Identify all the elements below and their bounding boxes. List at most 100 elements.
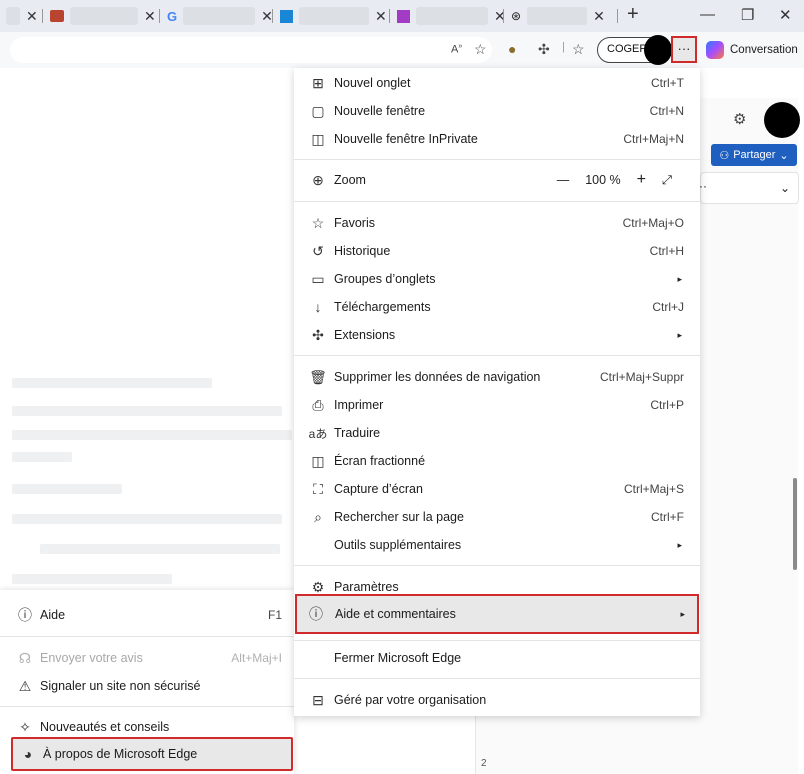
find-on-page-menu-item[interactable]: ⌕ Rechercher sur la page Ctrl+F xyxy=(302,503,694,531)
history-icon: ↺ xyxy=(312,242,324,259)
zoom-value: 100 % xyxy=(585,173,621,187)
help-and-feedback-menu-item[interactable]: ⓘ Aide et commentaires ▸ xyxy=(295,594,699,634)
inprivate-icon: ◫ xyxy=(311,130,325,147)
menu-item-shortcut: Ctrl+T xyxy=(651,76,684,90)
tab[interactable]: G ✕ xyxy=(167,4,273,28)
translate-icon: aあ xyxy=(308,426,328,441)
help-icon: ⓘ xyxy=(309,606,323,622)
more-options-button[interactable]: ··· xyxy=(671,36,697,63)
menu-item-label: Groupes d’onglets xyxy=(334,272,436,286)
report-unsafe-site-menu-item[interactable]: ⚠ Signaler un site non sécurisé xyxy=(10,673,292,699)
new-inprivate-window-menu-item[interactable]: ◫ Nouvelle fenêtre InPrivate Ctrl+Maj+N xyxy=(302,125,694,153)
organization-icon: ⊟ xyxy=(312,691,324,708)
share-icon: ⚇ xyxy=(719,149,730,162)
tab[interactable]: ✕ xyxy=(397,4,506,28)
extension-icon[interactable]: ● xyxy=(508,41,516,57)
menu-item-label: Envoyer votre avis xyxy=(40,651,143,665)
screenshot-menu-item[interactable]: ⛶ Capture d’écran Ctrl+Maj+S xyxy=(302,475,694,503)
minimize-button[interactable]: — xyxy=(700,6,715,23)
copilot-icon xyxy=(706,41,724,59)
share-label: Partager xyxy=(733,149,776,161)
blurred-text xyxy=(12,574,172,584)
split-screen-menu-item[interactable]: ◫ Écran fractionné xyxy=(302,447,694,475)
new-tab-menu-item[interactable]: ⊞ Nouvel onglet Ctrl+T xyxy=(302,69,694,97)
profile-button[interactable]: COGEP xyxy=(597,35,672,65)
download-icon: ↓ xyxy=(314,299,322,315)
blurred-text xyxy=(12,406,282,416)
avatar[interactable] xyxy=(764,102,800,138)
history-menu-item[interactable]: ↺ Historique Ctrl+H xyxy=(302,237,694,265)
new-tab-button[interactable]: + xyxy=(627,3,639,26)
tab-close-icon[interactable]: ✕ xyxy=(144,8,156,25)
app-icon xyxy=(280,9,293,23)
menu-item-label: Imprimer xyxy=(334,398,384,412)
panel-dropdown[interactable]: ·· ⌄ xyxy=(699,172,799,204)
submenu-arrow-icon: ▸ xyxy=(677,273,682,284)
menu-item-label: Favoris xyxy=(334,216,375,230)
tab-close-icon[interactable]: ✕ xyxy=(593,8,605,25)
extensions-icon: ✣ xyxy=(312,326,324,343)
tab-close-icon[interactable]: ✕ xyxy=(26,8,38,25)
favorites-bar-icon[interactable]: ☆ xyxy=(572,41,585,58)
zoom-out-button[interactable]: — xyxy=(557,173,570,187)
share-button[interactable]: ⚇ Partager ⌄ xyxy=(711,144,797,166)
menu-item-label: Paramètres xyxy=(334,580,399,594)
zoom-icon: ⊕ xyxy=(312,171,324,188)
send-feedback-menu-item: ☊ Envoyer votre avis Alt+Maj+I xyxy=(10,645,292,671)
menu-item-shortcut: Ctrl+Maj+S xyxy=(623,482,684,496)
tab-title-redacted xyxy=(299,7,369,25)
close-edge-menu-item[interactable]: Fermer Microsoft Edge xyxy=(302,644,694,672)
help-menu-item[interactable]: ⓘ Aide F1 xyxy=(10,602,292,628)
tab[interactable]: ✕ xyxy=(50,4,156,28)
menu-item-label: Aide xyxy=(40,608,66,622)
menu-item-label: Capture d’écran xyxy=(334,482,423,496)
google-icon: G xyxy=(167,8,178,24)
menu-item-label: Historique xyxy=(334,244,391,258)
profile-label: COGEP xyxy=(607,43,647,55)
restore-button[interactable]: ❐ xyxy=(741,6,754,24)
downloads-menu-item[interactable]: ↓ Téléchargements Ctrl+J xyxy=(302,293,694,321)
toolbar-separator: | xyxy=(562,41,565,53)
new-window-menu-item[interactable]: ▢ Nouvelle fenêtre Ctrl+N xyxy=(302,97,694,125)
menu-item-label: Signaler un site non sécurisé xyxy=(40,679,201,693)
favorites-icon: ☆ xyxy=(311,214,325,231)
tab-close-icon[interactable]: ✕ xyxy=(375,8,387,25)
trash-icon: 🗑 xyxy=(309,368,327,385)
menu-item-label: Nouvelle fenêtre xyxy=(334,104,426,118)
managed-by-organization-menu-item[interactable]: ⊟ Géré par votre organisation xyxy=(302,686,694,714)
zoom-in-button[interactable]: + xyxy=(637,171,646,189)
about-edge-menu-item[interactable]: ◕ À propos de Microsoft Edge xyxy=(11,737,293,771)
gear-icon[interactable]: ⚙ xyxy=(733,110,746,128)
print-menu-item[interactable]: ⎙ Imprimer Ctrl+P xyxy=(302,391,694,419)
favorite-star-icon[interactable]: ☆ xyxy=(474,41,487,58)
split-screen-icon: ◫ xyxy=(311,452,325,469)
tab[interactable]: ✕ xyxy=(6,4,38,28)
clear-browsing-data-menu-item[interactable]: 🗑 Supprimer les données de navigation Ct… xyxy=(302,363,694,391)
scrollbar-thumb[interactable] xyxy=(793,478,797,570)
tab-title-redacted xyxy=(70,7,138,25)
more-tools-menu-item[interactable]: Outils supplémentaires ▸ xyxy=(302,531,694,559)
menu-item-shortcut: F1 xyxy=(267,608,282,622)
tab[interactable]: ✕ xyxy=(280,4,387,28)
extensions-menu-item[interactable]: ✣ Extensions ▸ xyxy=(302,321,694,349)
extensions-puzzle-icon[interactable]: ✣ xyxy=(538,41,550,58)
menu-item-label: Rechercher sur la page xyxy=(334,510,464,524)
tab-groups-icon: ▭ xyxy=(311,270,325,287)
address-bar[interactable] xyxy=(10,37,492,63)
chevron-down-icon: ⌄ xyxy=(779,149,789,162)
favorites-menu-item[interactable]: ☆ Favoris Ctrl+Maj+O xyxy=(302,209,694,237)
fullscreen-button[interactable]: ⤢ xyxy=(662,173,672,188)
tab-separator xyxy=(272,9,273,23)
menu-item-label: Nouveautés et conseils xyxy=(40,720,170,734)
close-window-button[interactable]: ✕ xyxy=(779,6,792,24)
menu-item-label: Extensions xyxy=(334,328,396,342)
tab-groups-menu-item[interactable]: ▭ Groupes d’onglets ▸ xyxy=(302,265,694,293)
more-icon: ·· xyxy=(699,179,707,193)
menu-item-label: Supprimer les données de navigation xyxy=(334,370,541,384)
menu-item-label: Téléchargements xyxy=(334,300,431,314)
copilot-conversation-button[interactable]: Conversation xyxy=(706,38,798,62)
tab[interactable]: ⊛ ✕ xyxy=(511,4,605,28)
read-aloud-icon[interactable]: A» xyxy=(451,43,462,56)
translate-menu-item[interactable]: aあ Traduire xyxy=(302,419,694,447)
blurred-text xyxy=(12,430,292,440)
